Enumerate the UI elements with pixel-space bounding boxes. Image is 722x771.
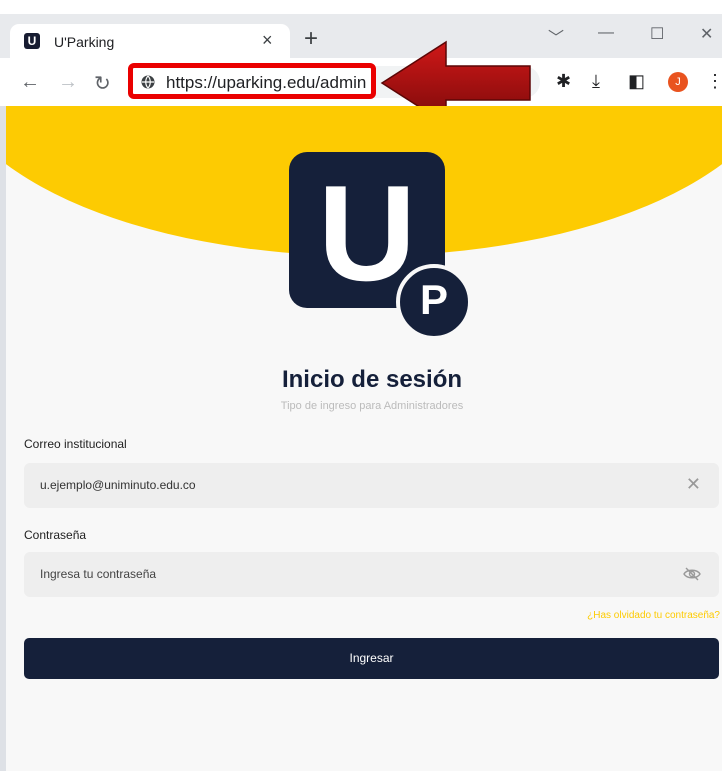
favicon-icon: U bbox=[24, 33, 40, 49]
page-subtitle: Tipo de ingreso para Administradores bbox=[280, 400, 464, 412]
new-tab-button[interactable]: + bbox=[304, 27, 318, 51]
forward-icon[interactable]: → bbox=[58, 71, 78, 94]
extensions-icon[interactable]: ✱ bbox=[556, 71, 571, 92]
login-page: U P Inicio de sesión Tipo de ingreso par… bbox=[6, 106, 722, 771]
window-close-icon[interactable]: ✕ bbox=[700, 24, 713, 44]
forgot-password-link[interactable]: ¿Has olvidado tu contraseña? bbox=[587, 610, 720, 621]
tab-close-icon[interactable]: × bbox=[262, 30, 273, 51]
profile-avatar[interactable]: J bbox=[668, 72, 688, 92]
email-field[interactable]: u.ejemplo@uniminuto.edu.co ✕ bbox=[24, 463, 719, 508]
email-value: u.ejemplo@uniminuto.edu.co bbox=[40, 478, 196, 492]
tab-title: U'Parking bbox=[54, 34, 115, 50]
minimize-icon[interactable]: — bbox=[598, 24, 614, 42]
reload-icon[interactable]: ↻ bbox=[94, 71, 111, 96]
globe-icon bbox=[141, 75, 155, 89]
email-label: Correo institucional bbox=[24, 437, 127, 451]
submit-button[interactable]: Ingresar bbox=[24, 638, 719, 679]
clear-icon[interactable]: ✕ bbox=[686, 474, 701, 495]
browser-toolbar: ← → ↻ https://uparking.edu/admin ✱ ⤓ ◧ J… bbox=[0, 58, 722, 106]
side-panel-icon[interactable]: ◧ bbox=[628, 71, 645, 92]
logo-badge-letter: P bbox=[419, 276, 448, 323]
password-placeholder: Ingresa tu contraseña bbox=[40, 567, 157, 581]
eye-off-icon[interactable] bbox=[683, 566, 701, 582]
browser-window: U U'Parking × + ﹀ — ☐ ✕ ← → ↻ https://up… bbox=[0, 0, 722, 771]
url-text[interactable]: https://uparking.edu/admin bbox=[166, 73, 366, 93]
browser-tab[interactable]: U U'Parking × bbox=[10, 24, 290, 58]
download-icon[interactable]: ⤓ bbox=[592, 71, 600, 92]
tab-strip: U U'Parking × + ﹀ — ☐ ✕ bbox=[0, 0, 722, 58]
menu-icon[interactable]: ⋮ bbox=[706, 71, 722, 92]
page-title: Inicio de sesión bbox=[281, 366, 463, 393]
password-field[interactable]: Ingresa tu contraseña bbox=[24, 552, 719, 597]
back-icon[interactable]: ← bbox=[20, 71, 40, 94]
parking-badge-icon: P bbox=[396, 264, 472, 340]
password-label: Contraseña bbox=[24, 528, 87, 542]
maximize-icon[interactable]: ☐ bbox=[650, 24, 664, 44]
tab-search-icon[interactable]: ﹀ bbox=[548, 24, 564, 48]
